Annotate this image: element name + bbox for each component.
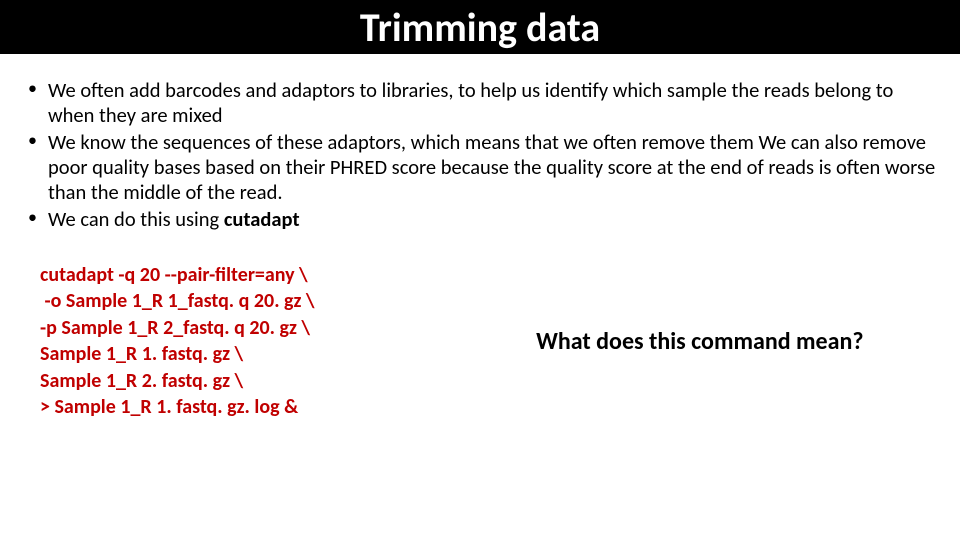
- slide-title: Trimming data: [360, 3, 600, 52]
- bullet-item: We know the sequences of these adaptors,…: [26, 130, 938, 205]
- slide: Trimming data We often add barcodes and …: [0, 0, 960, 540]
- question-text: What does this command mean?: [536, 327, 863, 356]
- bullet-bold: cutadapt: [224, 206, 300, 232]
- command-block: cutadapt -q 20 --pair-filter=any \ -o Sa…: [22, 262, 462, 420]
- bullet-text: We know the sequences of these adaptors,…: [48, 129, 935, 205]
- bullet-text: We often add barcodes and adaptors to li…: [48, 77, 893, 128]
- bullet-item: We often add barcodes and adaptors to li…: [26, 78, 938, 128]
- code-line: > Sample 1_R 1. fastq. gz. log &: [40, 394, 462, 420]
- code-line: cutadapt -q 20 --pair-filter=any \: [40, 262, 462, 288]
- code-line: Sample 1_R 1. fastq. gz \: [40, 341, 462, 367]
- bullet-text: We can do this using: [48, 206, 224, 232]
- lower-row: cutadapt -q 20 --pair-filter=any \ -o Sa…: [22, 262, 938, 420]
- bullet-item: We can do this using cutadapt: [26, 207, 938, 232]
- code-line: Sample 1_R 2. fastq. gz \: [40, 368, 462, 394]
- bullet-list: We often add barcodes and adaptors to li…: [26, 78, 938, 232]
- code-line: -p Sample 1_R 2_fastq. q 20. gz \: [40, 315, 462, 341]
- question-block: What does this command mean?: [462, 262, 938, 420]
- title-bar: Trimming data: [0, 0, 960, 54]
- code-line: -o Sample 1_R 1_fastq. q 20. gz \: [40, 288, 462, 314]
- slide-body: We often add barcodes and adaptors to li…: [0, 54, 960, 420]
